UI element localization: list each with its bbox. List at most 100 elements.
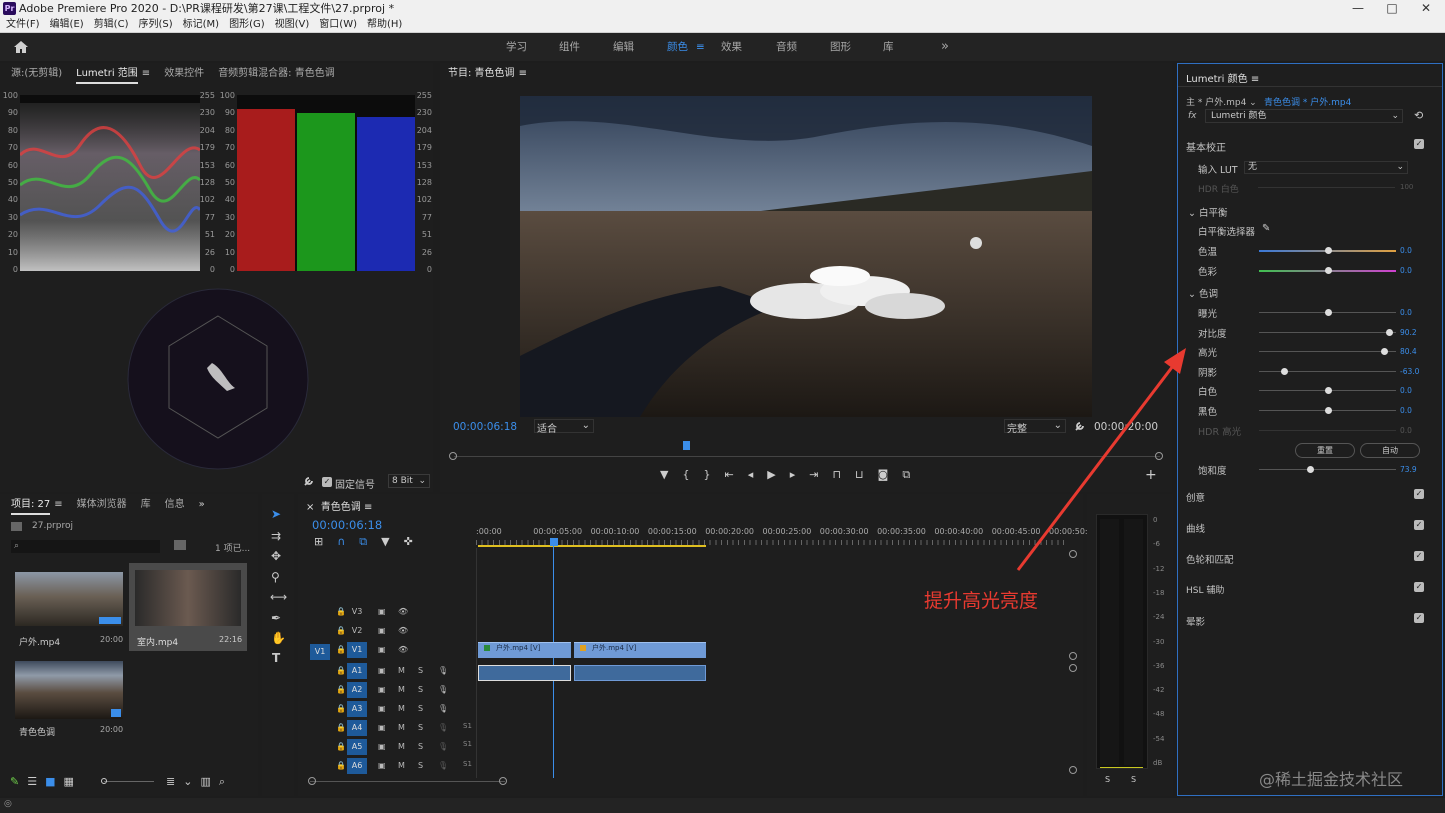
tab-project[interactable]: 项目: 27 (11, 497, 51, 515)
zoom-knob[interactable] (101, 778, 107, 784)
temperature-knob[interactable] (1324, 247, 1332, 254)
menu-view[interactable]: 视图(V) (270, 17, 315, 33)
tab-effect-controls[interactable]: 效果控件 (164, 63, 204, 85)
blacks-knob[interactable] (1324, 407, 1332, 414)
basic-correction-header[interactable]: 基本校正 (1186, 139, 1226, 154)
track-target-a3[interactable]: A3 (347, 701, 367, 717)
hscroll-left-handle[interactable] (308, 777, 316, 785)
lock-track-icon[interactable]: 🔒 (336, 761, 346, 770)
contrast-value[interactable]: 90.2 (1400, 328, 1417, 337)
tab-menu-icon[interactable]: ≡ (142, 63, 150, 85)
type-tool-icon[interactable]: T (272, 651, 280, 665)
lock-track-icon[interactable]: 🔒 (336, 645, 346, 654)
workspace-editing[interactable]: 编辑 (613, 33, 634, 61)
menu-file[interactable]: 文件(F) (0, 17, 45, 33)
tab-libraries[interactable]: 库 (141, 494, 151, 516)
snap-icon[interactable]: ∩ (337, 535, 359, 548)
bit-depth-dropdown[interactable]: 8 Bit ⌄ (388, 474, 430, 488)
reset-button[interactable]: 重置 (1295, 443, 1355, 458)
highlights-knob[interactable] (1380, 348, 1388, 356)
v1-source-patch[interactable]: V1 (310, 644, 330, 660)
project-search-input[interactable]: ⌕ (11, 540, 160, 553)
whites-value[interactable]: 0.0 (1400, 386, 1412, 395)
workspace-learn[interactable]: 学习 (506, 33, 527, 61)
solo-left-button[interactable]: S (1105, 775, 1110, 784)
time-ruler[interactable]: :00:00 00:00:05:00 00:00:10:00 00:00:15:00 0… (476, 524, 1093, 546)
go-to-out-icon[interactable]: ⇥ (809, 468, 832, 481)
mute-track-button[interactable]: M (398, 685, 405, 694)
shadows-slider[interactable] (1259, 367, 1396, 375)
home-icon[interactable] (13, 40, 29, 54)
master-clip-dropdown[interactable]: 主 * 户外.mp4 ⌄ (1186, 95, 1257, 108)
linked-selection-icon[interactable]: ⧉ (359, 535, 381, 548)
scrubber-start-handle[interactable] (449, 452, 457, 460)
tab-lumetri-scopes[interactable]: Lumetri 范围 (76, 66, 138, 84)
hscroll-right-handle[interactable] (499, 777, 507, 785)
solo-track-button[interactable]: S (418, 742, 423, 751)
voice-over-record-icon[interactable]: 🎙 (438, 742, 448, 751)
maximize-button[interactable]: □ (1377, 0, 1407, 17)
track-target-v3[interactable]: V3 (347, 604, 367, 620)
find-icon[interactable]: ⌕ (219, 775, 233, 788)
toggle-track-output-eye-icon[interactable]: 👁 (398, 645, 408, 654)
curves-checkbox[interactable]: ✓ (1414, 520, 1424, 530)
icon-view-icon[interactable]: ■ (45, 775, 63, 788)
contrast-knob[interactable] (1386, 328, 1394, 336)
effect-dropdown[interactable]: Lumetri 颜色 ⌄ (1205, 109, 1403, 123)
mute-track-button[interactable]: M (398, 742, 405, 751)
solo-track-button[interactable]: S (418, 704, 423, 713)
step-forward-icon[interactable]: ▸ (790, 468, 810, 481)
tint-slider[interactable] (1259, 267, 1396, 274)
basic-correction-checkbox[interactable]: ✓ (1414, 139, 1424, 149)
comparison-view-icon[interactable]: ⧉ (902, 468, 924, 481)
track-target-v2[interactable]: V2 (347, 623, 367, 639)
blacks-slider[interactable] (1259, 407, 1396, 414)
mute-track-button[interactable]: M (398, 723, 405, 732)
freeform-view-icon[interactable]: ▦ (64, 775, 82, 788)
toggle-sync-lock-icon[interactable]: ▣ (378, 645, 386, 654)
solo-track-button[interactable]: S (418, 761, 423, 770)
whites-knob[interactable] (1324, 387, 1332, 395)
input-lut-dropdown[interactable]: 无 ⌄ (1244, 161, 1408, 174)
toggle-sync-lock-icon[interactable]: ▣ (378, 742, 386, 751)
track-target-v1[interactable]: V1 (347, 642, 367, 658)
lumetri-title-text[interactable]: Lumetri 颜色 (1186, 74, 1248, 85)
clip-a1-b[interactable] (574, 665, 706, 681)
lock-track-icon[interactable]: 🔒 (336, 742, 346, 751)
pencil-icon[interactable]: ✎ (10, 775, 27, 788)
auto-button[interactable]: 自动 (1360, 443, 1420, 458)
go-to-in-icon[interactable]: ⇤ (724, 468, 747, 481)
toggle-sync-lock-icon[interactable]: ▣ (378, 626, 386, 635)
project-menu-icon[interactable]: ≡ (54, 494, 62, 516)
tab-audio-mixer[interactable]: 音频剪辑混合器: 青色色调 (218, 63, 335, 85)
track-select-tool-icon[interactable]: ⇉ (271, 529, 281, 543)
saturation-value[interactable]: 73.9 (1400, 465, 1417, 474)
timeline-title[interactable]: 青色色调 (321, 502, 361, 513)
lock-track-icon[interactable]: 🔒 (336, 704, 346, 713)
mark-out-icon[interactable]: } (703, 468, 724, 481)
mute-track-button[interactable]: M (398, 761, 405, 770)
lumetri-menu-icon[interactable]: ≡ (1251, 74, 1259, 85)
exposure-value[interactable]: 0.0 (1400, 308, 1412, 317)
tint-knob[interactable] (1324, 267, 1332, 274)
track-target-a4[interactable]: A4 (347, 720, 367, 736)
lock-track-icon[interactable]: 🔒 (336, 626, 346, 635)
hand-tool-icon[interactable]: ✋ (271, 631, 286, 645)
clip-v1-a[interactable]: 户外.mp4 [V] (478, 642, 571, 658)
tab-info[interactable]: 信息 (165, 494, 185, 516)
exposure-slider[interactable] (1259, 309, 1396, 316)
exposure-knob[interactable] (1324, 309, 1332, 316)
tab-media-browser[interactable]: 媒体浏览器 (77, 494, 127, 516)
eyedropper-icon[interactable]: ✎ (1262, 223, 1270, 234)
timeline-hscroll[interactable] (310, 781, 505, 782)
temperature-value[interactable]: 0.0 (1400, 246, 1412, 255)
creative-checkbox[interactable]: ✓ (1414, 489, 1424, 499)
saturation-slider[interactable] (1259, 466, 1396, 473)
fixed-signal-checkbox[interactable]: ✓ (322, 477, 332, 487)
timeline-timecode[interactable]: 00:00:06:18 (312, 518, 382, 532)
color-wheels-checkbox[interactable]: ✓ (1414, 551, 1424, 561)
voice-over-record-icon[interactable]: 🎙 (438, 704, 448, 713)
program-title[interactable]: 节目: 青色色调 (448, 63, 515, 85)
close-tab-icon[interactable]: × (306, 502, 314, 513)
menu-graphics[interactable]: 图形(G) (224, 17, 270, 33)
